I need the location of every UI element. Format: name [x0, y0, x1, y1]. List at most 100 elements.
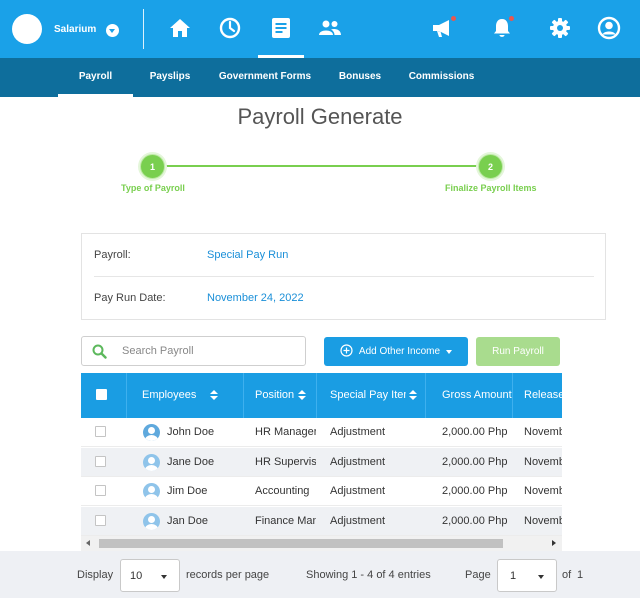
select-all-checkbox[interactable] [96, 389, 107, 400]
table-row[interactable]: Jane Doe HR Supervisor Adjustment 2,000.… [81, 448, 562, 477]
release-cell: November [524, 515, 562, 527]
search-box [81, 336, 306, 366]
step-2-label: Finalize Payroll Items [445, 183, 537, 193]
chevron-down-icon [538, 575, 544, 579]
company-switcher[interactable]: Salarium [12, 14, 120, 44]
add-other-income-button[interactable]: Add Other Income [324, 337, 468, 366]
position-cell: HR Supervisor [255, 456, 316, 468]
gross-amount-cell: 2,000.00 Php [442, 515, 508, 527]
subnav-item-payroll[interactable]: Payroll [58, 58, 133, 97]
special-pay-item-cell: Adjustment [330, 485, 386, 497]
column-header-gross-amount[interactable]: Gross Amount [442, 373, 512, 418]
column-header-employees[interactable]: Employees [142, 373, 232, 418]
column-header-special-pay-items[interactable]: Special Pay Items [330, 373, 406, 418]
chevron-down-icon[interactable] [106, 23, 120, 37]
row-checkbox[interactable] [95, 456, 106, 467]
page-label: Page [465, 569, 491, 581]
info-divider [94, 276, 594, 277]
stepper-line [166, 165, 478, 167]
records-per-page-label: records per page [186, 569, 270, 581]
column-header-release[interactable]: Release [524, 373, 562, 418]
table-header: Employees Position Special Pay Items Gro… [81, 373, 562, 418]
release-cell: November [524, 485, 562, 497]
avatar [143, 483, 160, 500]
step-1-label: Type of Payroll [121, 183, 185, 193]
gross-amount-cell: 2,000.00 Php [442, 426, 508, 438]
header-separator [126, 373, 127, 418]
table-row[interactable]: John Doe HR Manager Adjustment 2,000.00 … [81, 418, 562, 447]
caret-down-icon [446, 349, 453, 354]
gross-amount-cell: 2,000.00 Php [442, 456, 508, 468]
gear-icon[interactable] [547, 15, 573, 41]
subnav-item-government-forms[interactable]: Government Forms [212, 58, 318, 97]
scrollbar-thumb[interactable] [99, 539, 503, 548]
row-checkbox[interactable] [95, 426, 106, 437]
subnav-item-commissions[interactable]: Commissions [400, 58, 483, 97]
of-label: of [562, 569, 572, 581]
row-checkbox[interactable] [95, 515, 106, 526]
user-icon[interactable] [596, 15, 622, 41]
total-pages: 1 [577, 569, 584, 581]
sort-icon[interactable] [294, 373, 308, 418]
people-icon[interactable] [317, 15, 343, 41]
employee-name: John Doe [167, 426, 215, 438]
home-icon[interactable] [167, 15, 193, 41]
payroll-value: Special Pay Run [207, 249, 289, 261]
records-per-page-select[interactable]: 10 [120, 559, 180, 592]
plus-circle-icon [340, 343, 353, 360]
add-other-income-label: Add Other Income [358, 346, 441, 357]
search-input[interactable] [122, 343, 292, 359]
payroll-info-card: Payroll: Special Pay Run Pay Run Date: N… [81, 233, 606, 320]
special-pay-item-cell: Adjustment [330, 426, 386, 438]
company-name: Salarium [54, 23, 97, 35]
subnav-item-payslips[interactable]: Payslips [140, 58, 200, 97]
avatar [143, 454, 160, 471]
header-separator [425, 373, 426, 418]
bell-notification-dot [508, 15, 515, 22]
gross-amount-cell: 2,000.00 Php [442, 485, 508, 497]
employee-name: Jan Doe [167, 515, 208, 527]
position-cell: HR Manager [255, 426, 316, 438]
pay-run-date-label: Pay Run Date: [94, 292, 166, 304]
release-cell: November [524, 426, 562, 438]
header-separator [512, 373, 513, 418]
entries-summary: Showing 1 - 4 of 4 entries [306, 569, 431, 581]
clock-icon[interactable] [217, 15, 243, 41]
row-checkbox[interactable] [95, 485, 106, 496]
special-pay-item-cell: Adjustment [330, 456, 386, 468]
avatar [143, 424, 160, 441]
sub-navigation: Payroll Payslips Government Forms Bonuse… [0, 58, 640, 97]
horizontal-scrollbar[interactable] [81, 536, 562, 551]
records-per-page-value: 10 [130, 570, 143, 582]
page-title: Payroll Generate [237, 104, 403, 129]
employee-name: Jane Doe [167, 456, 215, 468]
header-separator [243, 373, 244, 418]
avatar [143, 513, 160, 530]
search-icon [92, 344, 107, 364]
payroll-label: Payroll: [94, 249, 131, 261]
pagination-footer: Display 10 records per page Showing 1 - … [0, 551, 640, 598]
position-cell: Accounting [255, 485, 310, 497]
table-row[interactable]: Jim Doe Accounting Adjustment 2,000.00 P… [81, 477, 562, 506]
step-2-circle: 2 [478, 154, 503, 179]
megaphone-notification-dot [450, 15, 457, 22]
special-pay-item-cell: Adjustment [330, 515, 386, 527]
sort-icon[interactable] [405, 373, 419, 418]
topbar-divider [143, 9, 144, 49]
table-row[interactable]: Jan Doe Finance Manager Adjustment 2,000… [81, 507, 562, 536]
display-label: Display [77, 569, 114, 581]
subnav-item-bonuses[interactable]: Bonuses [330, 58, 390, 97]
payroll-table: Employees Position Special Pay Items Gro… [81, 373, 562, 551]
page-select[interactable]: 1 [497, 559, 557, 592]
top-navigation-bar: Salarium [0, 0, 640, 58]
scroll-right-arrow-icon[interactable] [552, 540, 556, 546]
sort-icon[interactable] [210, 389, 219, 401]
pay-run-date-value: November 24, 2022 [207, 292, 304, 304]
company-logo [12, 14, 42, 44]
document-icon[interactable] [268, 15, 294, 41]
scroll-left-arrow-icon[interactable] [86, 540, 90, 546]
employee-name: Jim Doe [167, 485, 208, 497]
position-cell: Finance Manager [255, 515, 316, 527]
run-payroll-button[interactable]: Run Payroll [476, 337, 560, 366]
page-select-value: 1 [510, 570, 517, 582]
